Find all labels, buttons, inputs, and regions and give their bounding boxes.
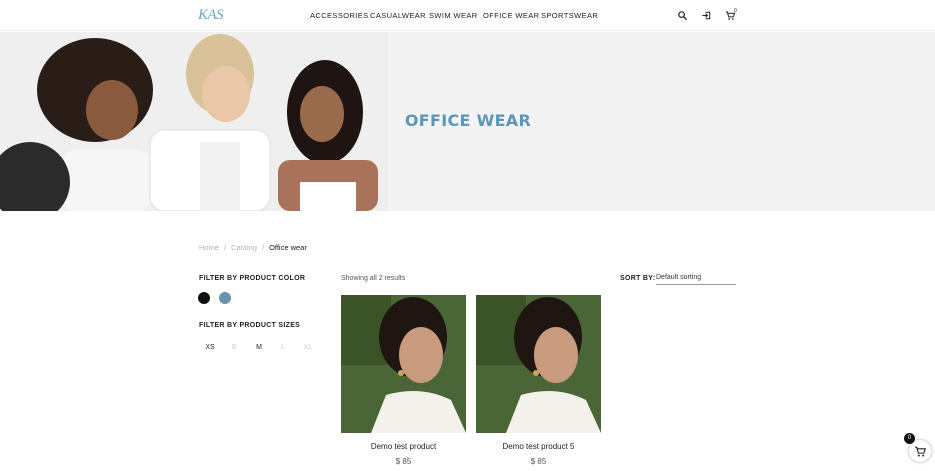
nav-office-wear[interactable]: OFFICE WEAR	[483, 11, 539, 20]
breadcrumb-catalog[interactable]: Catalog	[231, 243, 257, 252]
nav-sportswear[interactable]: SPORTSWEAR	[541, 11, 598, 20]
color-swatch-blue[interactable]	[219, 292, 231, 304]
sort-select[interactable]: Default sorting	[656, 274, 736, 285]
breadcrumb: Home / Catalog / Office wear	[199, 243, 307, 252]
product-name[interactable]: Demo test product 5	[476, 442, 601, 451]
hero-title: OFFICE WEAR	[404, 111, 532, 130]
site-logo[interactable]: KAS	[198, 7, 224, 24]
product-price: $ 85	[395, 457, 412, 466]
size-option-xs[interactable]: XS	[200, 341, 220, 355]
breadcrumb-separator: /	[261, 243, 265, 252]
login-icon[interactable]	[701, 10, 712, 21]
floating-cart-count: 0	[904, 433, 915, 444]
product-image[interactable]	[476, 295, 601, 433]
search-icon[interactable]	[677, 10, 688, 21]
nav-swim-wear[interactable]: SWIM WEAR	[429, 11, 478, 20]
product-image[interactable]	[341, 295, 466, 433]
size-option-m[interactable]: M	[249, 341, 269, 355]
breadcrumb-current: Office wear	[269, 243, 307, 252]
product-name[interactable]: Demo test product	[341, 442, 466, 451]
breadcrumb-home[interactable]: Home	[199, 243, 219, 252]
hero-banner: OFFICE WEAR	[0, 32, 935, 211]
color-filter-title: FILTER BY PRODUCT COLOR	[199, 275, 306, 282]
size-option-l[interactable]: L	[273, 341, 293, 355]
breadcrumb-separator: /	[224, 243, 227, 252]
size-option-xl[interactable]: XL	[298, 341, 318, 355]
product-price: $ 85	[530, 457, 547, 466]
nav-casualwear[interactable]: CASUALWEAR	[370, 11, 426, 20]
size-filter-title: FILTER BY PRODUCT SIZES	[199, 322, 301, 329]
site-header: KAS ACCESSORIES CASUALWEAR SWIM WEAR OFF…	[0, 0, 935, 31]
nav-accessories[interactable]: ACCESSORIES	[310, 11, 369, 20]
cart-count-badge: 0	[734, 8, 737, 14]
sort-label: SORT BY:	[620, 275, 656, 282]
cart-icon	[915, 446, 927, 457]
size-option-s[interactable]: S	[224, 341, 244, 355]
results-count: Showing all 2 results	[341, 275, 406, 282]
color-swatch-black[interactable]	[198, 292, 210, 304]
